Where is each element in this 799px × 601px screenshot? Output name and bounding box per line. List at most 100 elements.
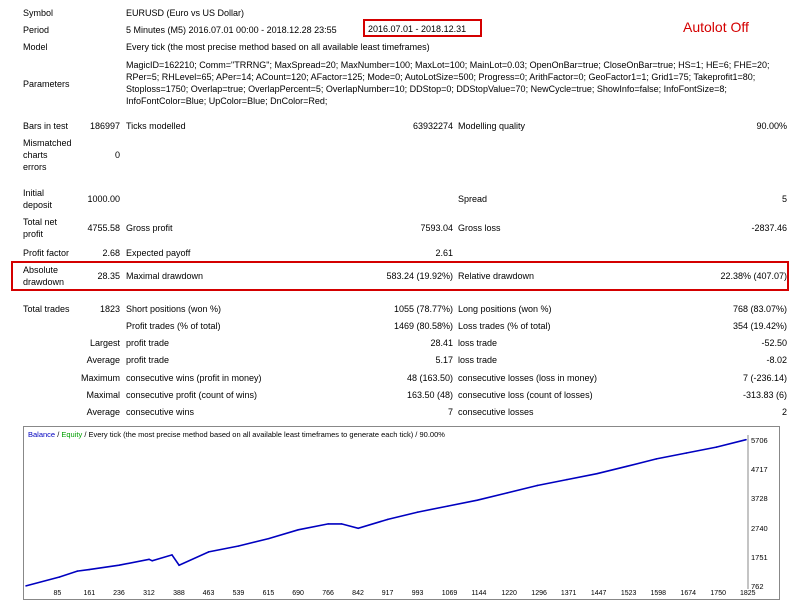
ptrades-label: Profit trades (% of total) (126, 321, 221, 331)
pf-label: Profit factor (23, 248, 70, 258)
balance-point (237, 545, 240, 547)
autolot-note: Autolot Off (683, 19, 749, 35)
balance-point (88, 568, 90, 571)
spread-value: 5 (781, 194, 787, 204)
balance-point (171, 554, 173, 556)
balance-point (25, 585, 27, 587)
maximal-profit-value: 163.50 (48) (406, 390, 453, 400)
spread-label: Spread (458, 194, 488, 204)
balance-point (357, 527, 359, 530)
trades-value: 1823 (99, 304, 120, 314)
y-tick-label: 3728 (751, 494, 768, 504)
period-range-text: 2016.07.01 - 2018.12.31 (368, 24, 467, 34)
avg-wins-value: 7 (447, 407, 453, 417)
balance-point (327, 523, 330, 525)
x-tick-label: 161 (83, 590, 96, 597)
x-tick-label: 0 (23, 590, 24, 597)
equity-legend: Equity (61, 430, 83, 439)
x-tick-label: 312 (143, 590, 155, 597)
model-value: Every tick (the most precise method base… (126, 42, 430, 52)
y-tick-label: 4717 (751, 465, 768, 475)
y-tick-label: 1751 (751, 552, 768, 562)
x-tick-label: 615 (262, 590, 275, 597)
grossprofit-value: 7593.04 (420, 223, 453, 233)
max-losses-label: consecutive losses (loss in money) (458, 373, 598, 383)
avg-losses-value: 2 (781, 407, 787, 417)
x-tick-label: 236 (113, 590, 125, 597)
parameters-label: Parameters (23, 79, 70, 89)
trades-label: Total trades (23, 304, 70, 314)
parameters-value: MagicID=162210; Comm="TRRNG"; MaxSpread=… (126, 60, 770, 106)
long-label: Long positions (won %) (458, 304, 552, 314)
x-tick-label: 388 (173, 590, 185, 597)
x-tick-label: 1296 (531, 590, 547, 597)
maxdd-value: 583.24 (19.92%) (386, 271, 453, 281)
balance-point (506, 492, 509, 494)
quality-label: Modelling quality (458, 121, 526, 131)
x-tick-label: 1674 (680, 590, 696, 597)
average-label: Average (86, 355, 120, 365)
x-tick-label: 1069 (441, 590, 458, 597)
mismatch-value: 0 (114, 150, 120, 160)
period-label: Period (23, 25, 50, 35)
mismatch-label-1: Mismatched (23, 138, 72, 148)
balance-point (626, 465, 628, 468)
largest-loss-value: -52.50 (761, 338, 787, 348)
average-profit-value: 5.17 (435, 355, 453, 365)
chart-plot (25, 435, 749, 589)
maximum-label: Maximum (80, 373, 120, 383)
deposit-label-2: deposit (23, 200, 53, 210)
largest-profit-label: profit trade (126, 338, 170, 348)
y-tick-label: 2740 (751, 523, 768, 533)
balance-point (178, 564, 180, 567)
ltrades-value: 354 (19.42%) (732, 321, 787, 331)
reldd-value: 22.38% (407.07) (720, 271, 787, 281)
balance-point (207, 551, 210, 553)
balance-point (386, 518, 389, 521)
balance-point (151, 559, 154, 562)
symbol-label: Symbol (23, 8, 54, 18)
max-losses-value: 7 (-236.14) (742, 373, 787, 383)
netprofit-label-2: profit (23, 229, 44, 239)
balance-point (536, 484, 539, 487)
avg-losses-label: consecutive losses (458, 407, 534, 417)
x-tick-label: 690 (292, 590, 304, 597)
pf-value: 2.68 (102, 248, 120, 258)
average-profit-label: profit trade (126, 355, 170, 365)
ptrades-value: 1469 (80.58%) (393, 321, 453, 331)
balance-point (267, 537, 270, 540)
mismatch-label-3: errors (23, 162, 47, 172)
balance-legend: Balance (28, 430, 56, 439)
balance-point (566, 478, 568, 481)
reldd-label: Relative drawdown (458, 271, 535, 281)
chart-header: Balance / Equity / Every tick (the most … (28, 430, 445, 439)
deposit-value: 1000.00 (87, 194, 120, 204)
chart-description: / Every tick (the most precise method ba… (82, 430, 445, 439)
x-tick-label: 539 (232, 590, 245, 597)
x-tick-label: 1825 (740, 590, 756, 597)
maximal-profit-label: consecutive profit (count of wins) (126, 390, 258, 400)
maxdd-label: Maximal drawdown (126, 271, 204, 281)
x-tick-label: 1447 (590, 590, 607, 597)
model-label: Model (23, 42, 48, 52)
x-tick-label: 766 (322, 590, 334, 597)
avgcons-label: Average (86, 407, 120, 417)
bars-value: 186997 (89, 121, 120, 131)
x-tick-label: 917 (381, 590, 394, 597)
largest-label: Largest (89, 338, 120, 348)
largest-loss-label: loss trade (458, 338, 498, 348)
short-label: Short positions (won %) (126, 304, 222, 314)
period-value: 5 Minutes (M5) 2016.07.01 00:00 - 2018.1… (126, 25, 337, 35)
grossloss-label: Gross loss (458, 223, 501, 233)
netprofit-label-1: Total net (23, 217, 58, 227)
payoff-label: Expected payoff (126, 248, 191, 258)
average-loss-label: loss trade (458, 355, 498, 365)
x-tick-label: 842 (352, 590, 364, 597)
balance-point (655, 458, 658, 460)
balance-point (685, 452, 688, 454)
grossprofit-label: Gross profit (126, 223, 173, 233)
balance-point (596, 472, 598, 475)
balance-chart: Balance / Equity / Every tick (the most … (23, 426, 780, 600)
x-tick-label: 1598 (650, 590, 667, 597)
maximal-loss-label: consecutive loss (count of losses) (458, 390, 593, 400)
